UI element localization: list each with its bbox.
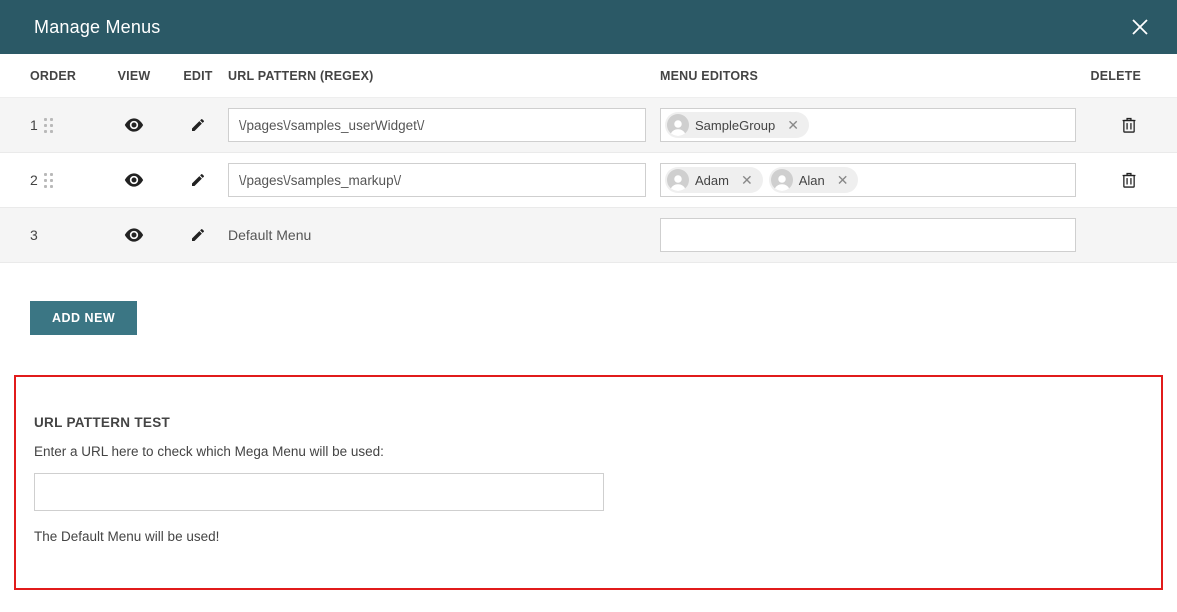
drag-handle-icon[interactable] — [44, 173, 53, 188]
table-row: 2 Adam ✕ Alan ✕ — [0, 153, 1177, 208]
actions-bar: ADD NEW — [0, 263, 1177, 365]
titlebar: Manage Menus — [0, 0, 1177, 54]
remove-tag-icon[interactable]: ✕ — [737, 173, 757, 187]
edit-icon[interactable] — [186, 223, 210, 247]
col-header-order: ORDER — [30, 69, 100, 83]
col-header-url: URL PATTERN (REGEX) — [228, 69, 660, 83]
editor-tag-label: Alan — [799, 173, 827, 188]
close-icon[interactable] — [1131, 18, 1149, 36]
avatar-icon — [771, 169, 793, 191]
test-heading: URL PATTERN TEST — [34, 415, 1143, 430]
url-pattern-input[interactable] — [228, 108, 646, 142]
table-row: 1 SampleGroup ✕ — [0, 98, 1177, 153]
editor-tag-label: SampleGroup — [695, 118, 777, 133]
order-number: 1 — [30, 117, 38, 133]
delete-icon[interactable] — [1117, 167, 1141, 193]
menu-editors-field[interactable]: Adam ✕ Alan ✕ — [660, 163, 1076, 197]
drag-handle-icon[interactable] — [44, 118, 53, 133]
avatar-icon — [667, 114, 689, 136]
menu-editors-field[interactable] — [660, 218, 1076, 252]
edit-icon[interactable] — [186, 168, 210, 192]
url-pattern-test-panel: URL PATTERN TEST Enter a URL here to che… — [14, 375, 1163, 590]
editor-tag: Adam ✕ — [665, 167, 763, 193]
col-header-view: VIEW — [100, 69, 168, 83]
col-header-edit: EDIT — [168, 69, 228, 83]
add-new-button[interactable]: ADD NEW — [30, 301, 137, 335]
col-header-delete: DELETE — [1090, 69, 1147, 83]
delete-icon[interactable] — [1117, 112, 1141, 138]
view-icon[interactable] — [120, 114, 148, 136]
url-pattern-label: Default Menu — [228, 227, 311, 243]
editor-tag-label: Adam — [695, 173, 731, 188]
menu-editors-field[interactable]: SampleGroup ✕ — [660, 108, 1076, 142]
page-title: Manage Menus — [34, 17, 160, 38]
test-result: The Default Menu will be used! — [34, 529, 1143, 544]
order-number: 2 — [30, 172, 38, 188]
editor-tag: SampleGroup ✕ — [665, 112, 809, 138]
editor-tag: Alan ✕ — [769, 167, 859, 193]
test-instruction: Enter a URL here to check which Mega Men… — [34, 444, 1143, 459]
table-row: 3 Default Menu — [0, 208, 1177, 263]
table-header: ORDER VIEW EDIT URL PATTERN (REGEX) MENU… — [0, 54, 1177, 98]
view-icon[interactable] — [120, 169, 148, 191]
table-body: 1 SampleGroup ✕ 2 Adam ✕ Alan ✕ 3 Default Menu — [0, 98, 1177, 263]
view-icon[interactable] — [120, 224, 148, 246]
avatar-icon — [667, 169, 689, 191]
edit-icon[interactable] — [186, 113, 210, 137]
order-number: 3 — [30, 227, 38, 243]
remove-tag-icon[interactable]: ✕ — [783, 118, 803, 132]
url-pattern-input[interactable] — [228, 163, 646, 197]
remove-tag-icon[interactable]: ✕ — [833, 173, 853, 187]
col-header-editors: MENU EDITORS — [660, 69, 1090, 83]
test-url-input[interactable] — [34, 473, 604, 511]
